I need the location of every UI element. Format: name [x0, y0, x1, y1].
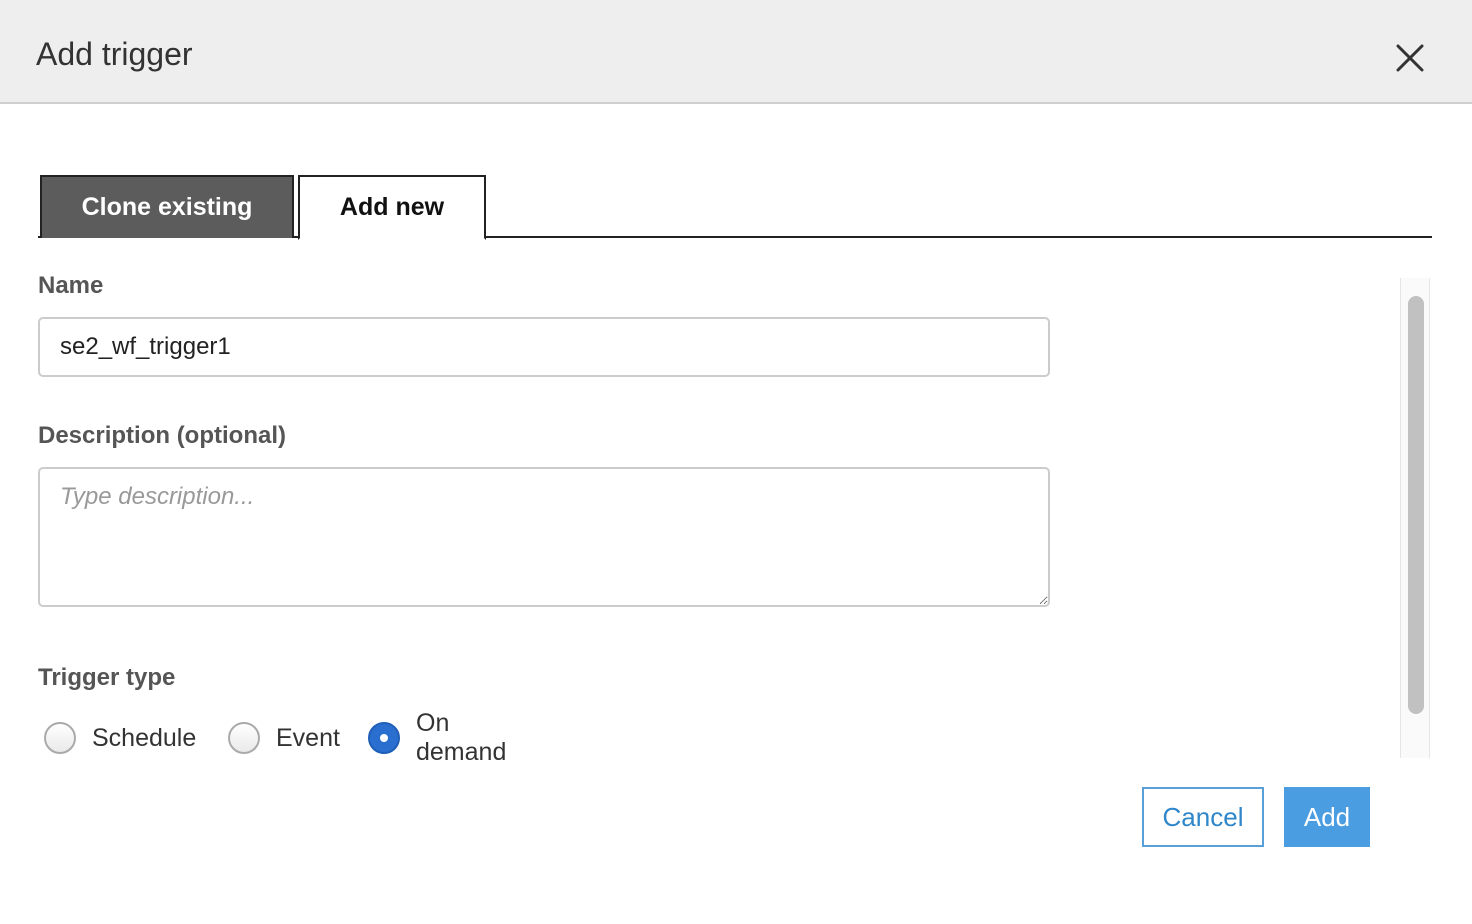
- scrollbar-thumb[interactable]: [1408, 296, 1424, 714]
- add-button[interactable]: Add: [1284, 787, 1370, 847]
- name-label: Name: [38, 272, 104, 299]
- close-icon: [1396, 44, 1424, 72]
- radio-event-circle[interactable]: [228, 722, 260, 754]
- trigger-type-label: Trigger type: [38, 664, 176, 691]
- description-textarea[interactable]: [38, 467, 1050, 607]
- radio-schedule[interactable]: Schedule: [44, 718, 196, 758]
- form-scrollbar[interactable]: [1400, 278, 1430, 758]
- name-input[interactable]: [38, 317, 1050, 377]
- radio-schedule-label[interactable]: Schedule: [92, 724, 196, 753]
- radio-on-demand-circle[interactable]: [368, 722, 400, 754]
- add-trigger-dialog: Add trigger Clone existing Add new Name …: [0, 0, 1472, 924]
- description-label: Description (optional): [38, 422, 286, 449]
- radio-on-demand-label[interactable]: On demand: [416, 709, 506, 767]
- tab-add-new[interactable]: Add new: [298, 175, 486, 240]
- tab-clone-existing[interactable]: Clone existing: [40, 175, 294, 238]
- close-button[interactable]: [1390, 38, 1430, 78]
- radio-event-label[interactable]: Event: [276, 724, 340, 753]
- radio-schedule-circle[interactable]: [44, 722, 76, 754]
- cancel-button[interactable]: Cancel: [1142, 787, 1264, 847]
- dialog-header: Add trigger: [0, 0, 1472, 104]
- radio-on-demand[interactable]: On demand: [368, 709, 506, 766]
- radio-event[interactable]: Event: [228, 718, 340, 758]
- dialog-title: Add trigger: [36, 36, 193, 72]
